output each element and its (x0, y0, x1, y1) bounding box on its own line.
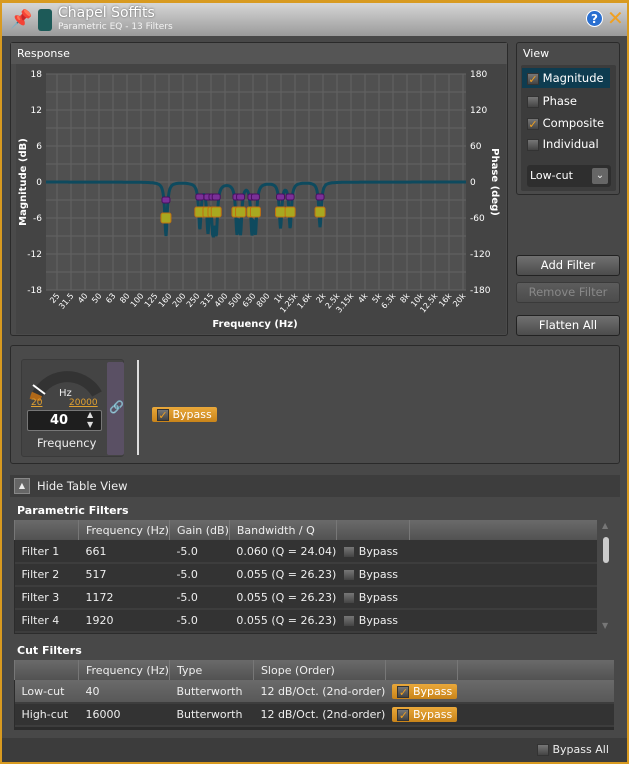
filter-handle (249, 206, 261, 218)
bypass-checkbox[interactable]: Bypass (336, 609, 410, 633)
y-tick-label: -12 (27, 250, 42, 260)
filter-handle (284, 206, 296, 218)
parametric-title: Parametric Filters (17, 504, 129, 517)
y-axis-label: Magnitude (dB) (18, 138, 29, 226)
filter-handle (235, 206, 247, 218)
link-icon: 🔗 (109, 400, 124, 414)
min-value[interactable]: 20 (31, 398, 42, 408)
view-magnitude[interactable]: ✓ Magnitude (527, 71, 604, 85)
y-tick-label: 18 (31, 70, 43, 80)
y2-tick-label: 60 (470, 142, 482, 152)
y2-tick-label: 120 (470, 106, 487, 116)
view-individual[interactable]: Individual (527, 137, 599, 151)
y-tick-label: 12 (31, 106, 42, 116)
y2-tick-label: -180 (470, 286, 491, 296)
bandwidth-handle (211, 193, 221, 201)
hide-table-toggle[interactable]: ▲ Hide Table View (10, 475, 620, 497)
y-tick-label: 0 (36, 178, 42, 188)
flatten-all-button[interactable]: Flatten All (516, 315, 620, 336)
scroll-thumb[interactable] (603, 537, 609, 563)
y2-tick-label: -120 (470, 250, 491, 260)
table-row[interactable]: Filter 2 517 -5.0 0.055 (Q = 26.23) Bypass (14, 563, 597, 587)
y2-tick-label: 180 (470, 70, 487, 80)
view-phase[interactable]: Phase (527, 94, 577, 108)
scrollbar[interactable]: ▲ ▼ (600, 521, 612, 633)
bandwidth-handle (276, 193, 286, 201)
cut-title: Cut Filters (17, 644, 82, 657)
collapse-icon[interactable]: ▲ (14, 478, 30, 494)
bandwidth-handle (236, 193, 246, 201)
table-row[interactable]: Low-cut 40 Butterworth 12 dB/Oct. (2nd-ord… (14, 680, 614, 704)
filter-handle (314, 206, 326, 218)
x-axis-label: Frequency (Hz) (212, 319, 297, 330)
y-tick-label: -18 (27, 286, 42, 296)
bypass-toggle[interactable]: ✓ Bypass (392, 683, 458, 699)
view-title: View (523, 47, 550, 60)
max-value[interactable]: 20000 (69, 398, 98, 408)
remove-filter-button[interactable]: Remove Filter (516, 282, 620, 303)
filter-control-panel: Hz 20 20000 40 ▲ ▼ Frequency 🔗 ✓ Bypass (10, 345, 620, 464)
bypass-checkbox[interactable]: Bypass (336, 563, 410, 587)
checkbox[interactable] (527, 138, 539, 151)
filter-select[interactable]: Low-cut ⌄ (527, 165, 611, 187)
cut-table: Frequency (Hz) Type Slope (Order) Low-cut 4… (14, 660, 614, 730)
y2-tick-label: -60 (470, 214, 485, 224)
bottom-bar: Bypass All (2, 738, 627, 762)
bandwidth-handle (161, 196, 171, 204)
y-tick-label: -6 (33, 214, 42, 224)
y-tick-label: 6 (36, 142, 42, 152)
bandwidth-handle (285, 193, 295, 201)
bandwidth-handle (250, 193, 260, 201)
checkbox[interactable]: ✓ (527, 117, 539, 130)
frequency-label: Frequency (37, 436, 97, 450)
checkbox[interactable]: ✓ (527, 72, 539, 85)
bandwidth-handle (315, 193, 325, 201)
bypass-toggle[interactable]: ✓ Bypass (392, 707, 458, 722)
chevron-down-icon[interactable]: ⌄ (592, 168, 608, 184)
filter-handle (160, 212, 172, 224)
bypass-toggle[interactable]: ✓ Bypass (152, 407, 217, 422)
bypass-checkbox[interactable]: Bypass (336, 586, 410, 610)
stepper-icon[interactable]: ▲ ▼ (87, 410, 93, 430)
parametric-table: Frequency (Hz) Gain (dB) Bandwidth / Q Fil… (14, 520, 597, 634)
checkbox[interactable] (527, 95, 539, 108)
table-row[interactable]: High-cut 16000 Butterworth 12 dB/Oct. (2nd… (14, 703, 614, 727)
table-row[interactable]: Filter 4 1920 -5.0 0.055 (Q = 26.23) Bypas… (14, 609, 597, 633)
bypass-checkbox[interactable]: Bypass (336, 540, 410, 564)
filter-handle (275, 206, 287, 218)
table-row[interactable]: Filter 3 1172 -5.0 0.055 (Q = 26.23) Bypas… (14, 586, 597, 610)
bandwidth-handle (195, 193, 205, 201)
filter-handle (210, 206, 222, 218)
add-filter-button[interactable]: Add Filter (516, 255, 620, 276)
bypass-all-checkbox[interactable]: Bypass All (537, 743, 609, 756)
link-button[interactable]: 🔗 (107, 362, 124, 455)
table-row[interactable]: Filter 1 661 -5.0 0.060 (Q = 24.04) Bypass (14, 540, 597, 564)
view-composite[interactable]: ✓ Composite (527, 116, 604, 130)
view-panel: View ✓ Magnitude Phase ✓ Composite Indiv… (516, 42, 620, 195)
y2-axis-label: Phase (deg) (489, 148, 500, 216)
y2-tick-label: 0 (470, 178, 476, 188)
